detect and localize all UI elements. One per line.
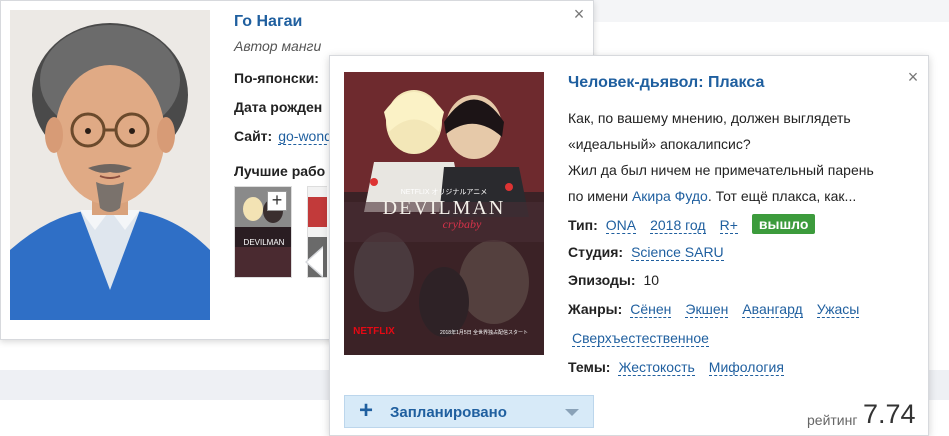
add-to-list-button[interactable]: + (267, 191, 287, 211)
description-text: по имени (568, 188, 632, 204)
background-strip-top (590, 0, 949, 22)
studio-row: Студия: Science SARU (568, 244, 738, 261)
genre-link[interactable]: Сёнен (630, 301, 672, 318)
chevron-down-icon[interactable] (565, 409, 579, 416)
close-icon[interactable]: × (569, 4, 589, 24)
description-line: Как, по вашему мнению, должен выглядеть (568, 110, 851, 126)
type-link[interactable]: ONA (605, 217, 637, 234)
description-line: по имени Акира Фудо. Тот ещё плакса, как… (568, 183, 918, 209)
site-row: Сайт: go-wond (234, 128, 332, 145)
author-name-link[interactable]: Го Нагаи (234, 13, 302, 31)
genre-link[interactable]: Сверхъестественное (572, 330, 709, 347)
age-rating-link[interactable]: R+ (719, 217, 738, 234)
poster-brand-top: NETFLIX オリジナルアニメ (401, 188, 488, 196)
theme-link[interactable]: Мифология (708, 359, 784, 376)
japanese-name-row: По-японски: (234, 70, 319, 86)
episodes-value: 10 (643, 272, 660, 288)
type-label: Тип: (568, 217, 598, 233)
genres-row-2: Сверхъестественное (572, 330, 723, 347)
episodes-label: Эпизоды: (568, 272, 636, 288)
best-work-thumbnail[interactable]: DEVILMAN + (234, 186, 292, 278)
best-work-thumbnail-title: DEVILMAN (244, 238, 285, 247)
description-text: . Тот ещё плакса, как... (707, 188, 857, 204)
site-link[interactable]: go-wond (278, 128, 332, 145)
anime-title-link[interactable]: Человек-дьявол: Плакса (568, 74, 764, 92)
genres-label: Жанры: (568, 301, 623, 317)
genre-link[interactable]: Экшен (685, 301, 729, 318)
anime-poster[interactable]: NETFLIX オリジナルアニメ DEVILMAN crybaby NETFLI… (344, 72, 544, 355)
anime-description: Как, по вашему мнению, должен выглядеть … (568, 105, 918, 209)
character-link[interactable]: Акира Фудо (632, 188, 708, 204)
description-line: Жил да был ничем не примечательный парен… (568, 162, 874, 178)
themes-label: Темы: (568, 359, 611, 375)
episodes-row: Эпизоды: 10 (568, 272, 659, 288)
plus-icon: + (359, 397, 374, 424)
poster-date: 2018年1月5日 全世界独占配信スタート (440, 329, 528, 336)
genre-link[interactable]: Ужасы (816, 301, 860, 318)
anime-popup: NETFLIX オリジナルアニメ DEVILMAN crybaby NETFLI… (329, 55, 929, 436)
planned-status-label: Запланировано (390, 404, 507, 421)
best-works-label: Лучшие рабо (234, 163, 326, 179)
year-link[interactable]: 2018 год (650, 217, 706, 234)
poster-netflix: NETFLIX (353, 326, 395, 337)
studio-link[interactable]: Science SARU (631, 244, 724, 261)
rating-label: рейтинг (807, 412, 858, 428)
author-photo (10, 10, 210, 320)
author-role: Автор манги (234, 38, 322, 54)
theme-link[interactable]: Жестокость (618, 359, 695, 376)
description-line: «идеальный» апокалипсис? (568, 136, 751, 152)
close-icon[interactable]: × (903, 67, 923, 87)
genres-row: Жанры: Сёнен Экшен Авангард Ужасы (568, 301, 873, 318)
birth-date-label: Дата рожден (234, 99, 323, 115)
themes-row: Темы: Жестокость Мифология (568, 359, 798, 376)
poster-subtitle: crybaby (443, 217, 482, 231)
genre-link[interactable]: Авангард (742, 301, 803, 318)
rating-value: 7.74 (863, 399, 916, 429)
status-badge: вышло (751, 214, 816, 234)
japanese-name-label: По-японски: (234, 70, 319, 86)
site-label: Сайт: (234, 128, 273, 144)
birth-date-row: Дата рожден (234, 99, 322, 115)
poster-logo: DEVILMAN (383, 197, 506, 219)
type-row: Тип: ONA 2018 год R+ вышло (568, 214, 816, 234)
popup-pointer-inner (307, 248, 323, 276)
planned-status-button[interactable]: + Запланировано (344, 395, 594, 428)
studio-label: Студия: (568, 244, 624, 260)
